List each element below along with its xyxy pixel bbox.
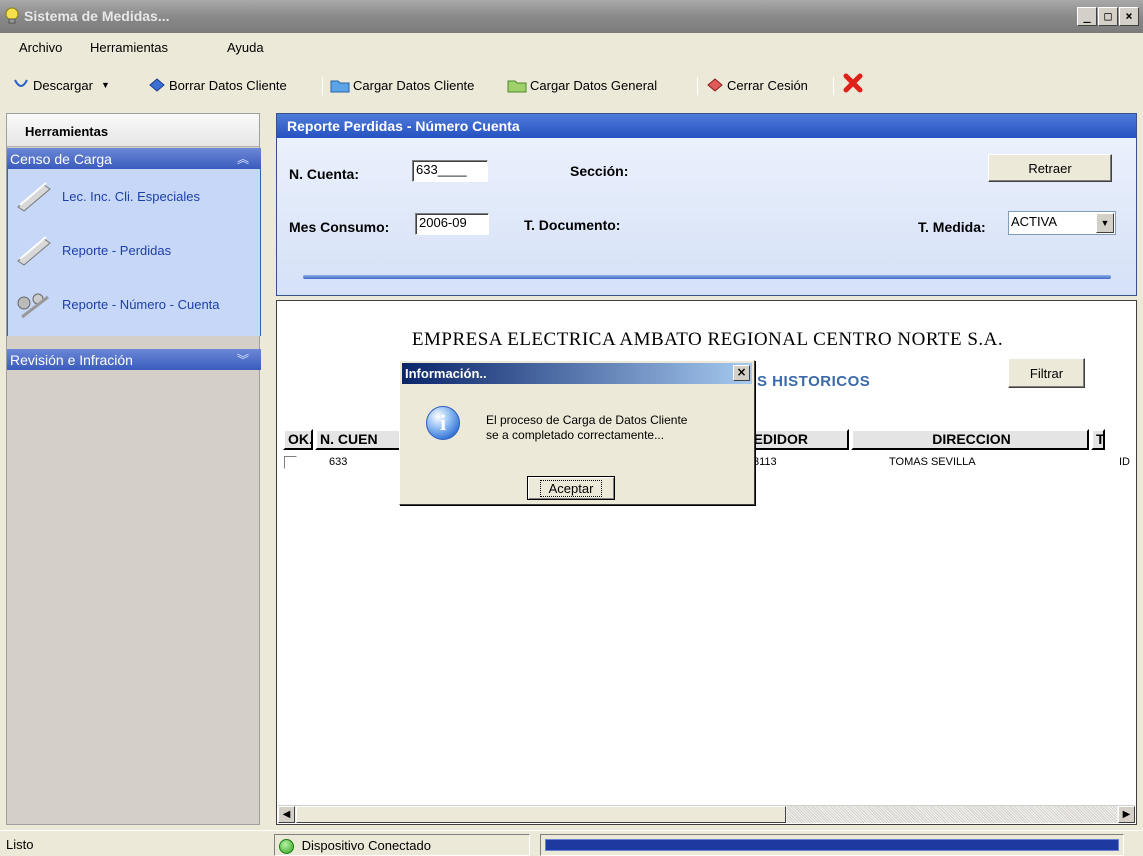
dialog-message-line1: El proceso de Carga de Datos Cliente — [486, 413, 688, 427]
column-header[interactable]: T — [1091, 429, 1105, 450]
scroll-track[interactable] — [787, 806, 1117, 823]
cerrar-label: Cerrar Cesión — [727, 77, 808, 93]
folder-general-icon — [507, 80, 527, 93]
group-revision-infracion[interactable]: Revisión e Infración ︾ — [7, 349, 261, 370]
menu-ayuda[interactable]: Ayuda — [227, 40, 264, 55]
close-button[interactable]: × — [1119, 7, 1139, 26]
eraser-icon — [149, 78, 165, 92]
dialog-title: Información.. — [405, 366, 487, 381]
sidebar-item-label: Reporte - Número - Cuenta — [62, 296, 220, 312]
cell-direccion: TOMAS SEVILLA — [889, 456, 976, 468]
scroll-left-icon[interactable]: ◀ — [278, 806, 295, 823]
device-status: Dispositivo Conectado — [274, 834, 530, 856]
dialog-message: El proceso de Carga de Datos Cliente se … — [486, 413, 687, 443]
sidebar: Herramientas Censo de Carga ︽ Lec. Inc. … — [6, 113, 261, 825]
dropdown-arrow-icon[interactable]: ▼ — [1096, 213, 1114, 233]
panel-title: Reporte Perdidas - Número Cuenta — [277, 114, 1136, 138]
cargar-general-button[interactable]: Cargar Datos General — [507, 75, 657, 95]
seccion-label: Sección: — [570, 163, 629, 179]
cuenta-label: N. Cuenta: — [289, 166, 359, 182]
retraer-button[interactable]: Retraer — [988, 154, 1112, 182]
dialog-close-button[interactable]: × — [733, 365, 750, 381]
column-header[interactable]: OK. — [283, 429, 313, 450]
collapse-chevron-icon[interactable]: ︽ — [237, 150, 249, 167]
mes-consumo-input[interactable]: 2006-09 — [415, 213, 489, 235]
mes-consumo-label: Mes Consumo: — [289, 219, 390, 235]
company-name: EMPRESA ELECTRICA AMBATO REGIONAL CENTRO… — [411, 329, 1004, 350]
expand-chevron-icon[interactable]: ︾ — [237, 351, 249, 368]
menu-archivo[interactable]: Archivo — [19, 40, 62, 55]
tmedida-value: ACTIVA — [1011, 214, 1057, 229]
cargar-cliente-label: Cargar Datos Cliente — [353, 77, 475, 93]
dialog-title-bar: Información.. × — [402, 363, 752, 384]
progress-fill — [545, 839, 1119, 851]
tdocumento-label: T. Documento: — [524, 217, 621, 233]
window-title: Sistema de Medidas... — [24, 8, 170, 24]
horizontal-scrollbar[interactable]: ◀ ▶ — [278, 805, 1135, 823]
filtrar-button[interactable]: Filtrar — [1008, 358, 1085, 388]
toolbar-separator — [833, 77, 834, 95]
cell-t: ID — [1119, 456, 1130, 468]
cell-cuenta: 633 — [329, 456, 348, 468]
cuenta-input[interactable]: 633____ — [412, 160, 488, 182]
scroll-right-icon[interactable]: ▶ — [1118, 806, 1135, 823]
cerrar-cesion-button[interactable]: Cerrar Cesión — [706, 75, 808, 95]
dialog-message-line2: se a completado correctamente... — [486, 428, 665, 442]
cargar-general-label: Cargar Datos General — [530, 77, 658, 93]
maximize-button[interactable]: □ — [1098, 7, 1118, 26]
aceptar-button[interactable]: Aceptar — [527, 476, 615, 500]
scroll-thumb[interactable] — [296, 806, 786, 823]
gears-icon — [17, 293, 49, 319]
sidebar-item-lec-inc[interactable]: Lec. Inc. Cli. Especiales — [14, 179, 200, 213]
sidebar-item-reporte-numero-cuenta[interactable]: Reporte - Número - Cuenta — [14, 287, 220, 321]
group-censo-panel: Lec. Inc. Cli. Especiales Reporte - Perd… — [7, 169, 261, 336]
cargar-cliente-button[interactable]: Cargar Datos Cliente — [330, 75, 474, 95]
minimize-button[interactable]: _ — [1077, 7, 1097, 26]
red-x-icon — [843, 73, 863, 93]
descargar-label: Descargar — [33, 77, 93, 93]
toolbar-separator — [322, 77, 323, 95]
menu-herramientas[interactable]: Herramientas — [90, 40, 168, 55]
sidebar-item-label: Lec. Inc. Cli. Especiales — [62, 188, 201, 204]
group-censo-de-carga[interactable]: Censo de Carga ︽ — [7, 148, 261, 169]
aceptar-label: Aceptar — [539, 480, 603, 497]
tools-icon — [17, 236, 51, 266]
exit-button[interactable] — [842, 73, 864, 93]
progress-bar — [540, 834, 1124, 856]
group-censo-label: Censo de Carga — [10, 151, 112, 167]
cell-medidor: 3113 — [753, 456, 777, 468]
info-dialog: Información.. × i El proceso de Carga de… — [399, 360, 755, 505]
title-bar: Sistema de Medidas... _ □ × — [0, 0, 1143, 33]
borrar-label: Borrar Datos Cliente — [169, 77, 287, 93]
folder-icon — [330, 80, 350, 93]
status-bar: Listo Dispositivo Conectado — [0, 830, 1143, 856]
borrar-datos-button[interactable]: Borrar Datos Cliente — [148, 75, 287, 95]
toolbar: Descargar ▼ Borrar Datos Cliente Cargar … — [0, 63, 1143, 107]
download-icon — [14, 79, 28, 87]
status-text: Listo — [6, 837, 34, 852]
tmedida-select[interactable]: ACTIVA ▼ — [1008, 211, 1116, 235]
toolbar-separator — [697, 77, 698, 95]
connected-icon — [279, 839, 294, 855]
menu-bar: Archivo Herramientas Ayuda — [0, 33, 1143, 61]
descargar-button[interactable]: Descargar ▼ — [12, 75, 110, 95]
info-icon: i — [426, 406, 460, 440]
sidebar-item-label: Reporte - Perdidas — [62, 242, 172, 258]
row-checkbox[interactable] — [284, 456, 297, 469]
device-status-label: Dispositivo Conectado — [301, 838, 431, 853]
sidebar-header: Herramientas — [7, 114, 259, 147]
report-filter-panel: Reporte Perdidas - Número Cuenta N. Cuen… — [276, 113, 1137, 296]
group-revision-label: Revisión e Infración — [10, 352, 133, 368]
tools-icon — [17, 182, 51, 212]
logout-icon — [707, 78, 723, 92]
tmedida-label: T. Medida: — [918, 219, 986, 235]
dropdown-arrow-icon[interactable]: ▼ — [101, 80, 110, 90]
sidebar-item-reporte-perdidas[interactable]: Reporte - Perdidas — [14, 233, 171, 267]
report-subtitle: S HISTORICOS — [757, 373, 871, 390]
divider-line — [303, 275, 1111, 279]
column-header[interactable]: DIRECCION — [851, 429, 1089, 450]
lightbulb-icon — [5, 7, 19, 24]
